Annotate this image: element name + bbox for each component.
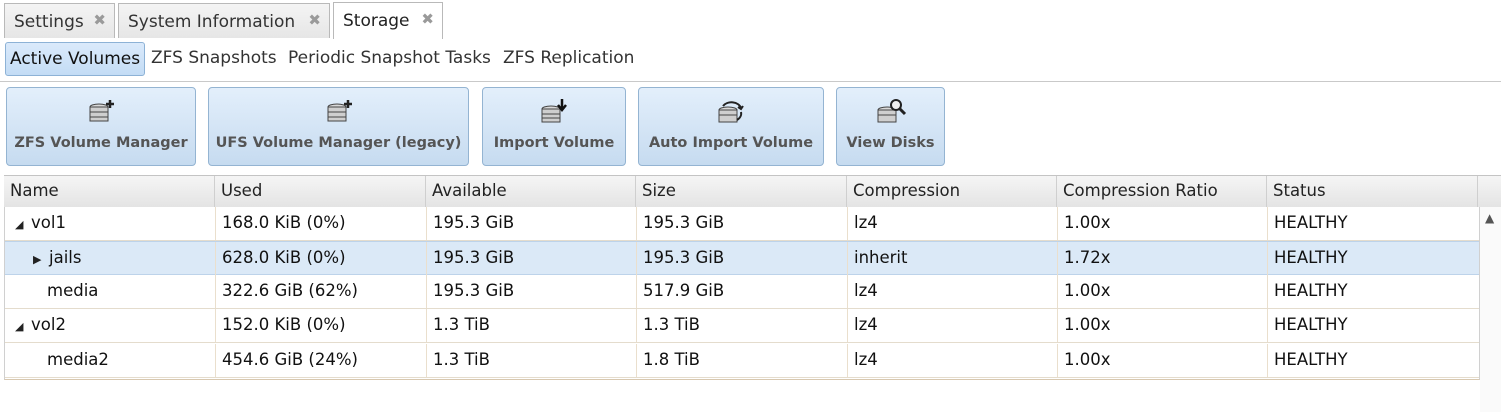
volumes-grid-header: Name Used Available Size Compression Com… bbox=[4, 175, 1501, 208]
status-cell: HEALTHY bbox=[1274, 315, 1348, 334]
available-cell: 195.3 GiB bbox=[427, 275, 637, 308]
status-cell: HEALTHY bbox=[1274, 281, 1348, 300]
used-cell: 168.0 KiB (0%) bbox=[216, 207, 427, 240]
name-cell: ◢ vol1 bbox=[5, 207, 216, 240]
auto-import-icon bbox=[718, 101, 744, 123]
status-cell: HEALTHY bbox=[1274, 350, 1348, 369]
expand-icon[interactable]: ▶ bbox=[33, 244, 45, 276]
table-row[interactable]: ▶ jails 628.0 KiB (0%) 195.3 GiB 195.3 Gi… bbox=[5, 241, 1479, 275]
subtab-active-volumes[interactable]: Active Volumes bbox=[5, 42, 146, 76]
size-cell: 1.3 TiB bbox=[637, 309, 848, 342]
zfs-volume-manager-button[interactable]: ZFS Volume Manager bbox=[6, 87, 196, 166]
table-row[interactable]: ◢ vol2 152.0 KiB (0%) 1.3 TiB 1.3 TiB lz4… bbox=[5, 309, 1479, 343]
used-cell: 454.6 GiB (24%) bbox=[216, 344, 427, 377]
tab-storage[interactable]: Storage ✖ bbox=[333, 2, 443, 39]
close-icon[interactable]: ✖ bbox=[308, 11, 321, 29]
status-cell: HEALTHY bbox=[1274, 213, 1348, 232]
used-cell: 322.6 GiB (62%) bbox=[216, 275, 427, 308]
name-cell: media bbox=[5, 275, 216, 308]
volumes-grid: ◢ vol1 168.0 KiB (0%) 195.3 GiB 195.3 GiB… bbox=[4, 207, 1480, 380]
button-label: Import Volume bbox=[493, 135, 615, 151]
used-cell: 628.0 KiB (0%) bbox=[216, 242, 427, 275]
column-header-status[interactable]: Status bbox=[1267, 176, 1478, 207]
volume-add-icon bbox=[89, 100, 114, 122]
view-disks-button[interactable]: View Disks bbox=[836, 87, 945, 166]
column-header-size[interactable]: Size bbox=[636, 176, 847, 207]
scroll-up-icon[interactable]: ▲ bbox=[1485, 211, 1494, 225]
name-cell: ◢ vol2 bbox=[5, 309, 216, 342]
view-disks-icon bbox=[877, 99, 906, 123]
subtab-zfs-snapshots[interactable]: ZFS Snapshots bbox=[147, 42, 281, 74]
column-header-compression-ratio[interactable]: Compression Ratio bbox=[1057, 176, 1267, 207]
dataset-name: jails bbox=[49, 248, 82, 267]
close-icon[interactable]: ✖ bbox=[93, 11, 106, 29]
collapse-icon[interactable]: ◢ bbox=[15, 311, 27, 343]
size-cell: 195.3 GiB bbox=[637, 242, 848, 275]
tab-label: Settings bbox=[14, 12, 84, 32]
available-cell: 195.3 GiB bbox=[427, 207, 637, 240]
vertical-scrollbar[interactable]: ▲ bbox=[1480, 207, 1501, 412]
tab-settings[interactable]: Settings ✖ bbox=[4, 3, 115, 38]
tab-label: Storage bbox=[343, 11, 410, 31]
import-volume-icon bbox=[541, 99, 567, 123]
ufs-volume-manager-button[interactable]: UFS Volume Manager (legacy) bbox=[208, 87, 469, 166]
size-cell: 1.8 TiB bbox=[637, 344, 848, 377]
column-header-name[interactable]: Name bbox=[4, 176, 215, 207]
available-cell: 1.3 TiB bbox=[427, 344, 637, 377]
compression-cell: lz4 bbox=[848, 207, 1058, 240]
volume-name: vol2 bbox=[31, 315, 66, 334]
available-cell: 1.3 TiB bbox=[427, 309, 637, 342]
subtab-periodic-snapshot-tasks[interactable]: Periodic Snapshot Tasks bbox=[284, 42, 495, 74]
compression-ratio-cell: 1.72x bbox=[1058, 242, 1268, 275]
volume-name: vol1 bbox=[31, 213, 66, 232]
volume-add-icon bbox=[327, 100, 352, 122]
close-icon[interactable]: ✖ bbox=[421, 10, 434, 28]
available-cell: 195.3 GiB bbox=[427, 242, 637, 275]
subtab-zfs-replication[interactable]: ZFS Replication bbox=[499, 42, 638, 74]
compression-ratio-cell: 1.00x bbox=[1058, 275, 1268, 308]
dataset-name: media2 bbox=[47, 350, 109, 369]
storage-subtab-bar: Active Volumes ZFS Snapshots Periodic Sn… bbox=[0, 39, 1501, 82]
table-row[interactable]: media 322.6 GiB (62%) 195.3 GiB 517.9 Gi… bbox=[5, 275, 1479, 309]
auto-import-volume-button[interactable]: Auto Import Volume bbox=[638, 87, 824, 166]
column-header-compression[interactable]: Compression bbox=[847, 176, 1057, 207]
size-cell: 195.3 GiB bbox=[637, 207, 848, 240]
dataset-name: media bbox=[47, 281, 99, 300]
column-header-used[interactable]: Used bbox=[215, 176, 426, 207]
tab-system-information[interactable]: System Information ✖ bbox=[118, 3, 330, 38]
used-cell: 152.0 KiB (0%) bbox=[216, 309, 427, 342]
compression-cell: lz4 bbox=[848, 275, 1058, 308]
compression-cell: inherit bbox=[848, 242, 1058, 275]
tab-label: System Information bbox=[128, 12, 296, 32]
name-cell: media2 bbox=[5, 344, 216, 377]
size-cell: 517.9 GiB bbox=[637, 275, 848, 308]
button-label: ZFS Volume Manager bbox=[14, 135, 188, 151]
table-row[interactable]: ◢ vol1 168.0 KiB (0%) 195.3 GiB 195.3 GiB… bbox=[5, 207, 1479, 241]
button-label: UFS Volume Manager (legacy) bbox=[215, 135, 462, 151]
compression-ratio-cell: 1.00x bbox=[1058, 207, 1268, 240]
column-header-available[interactable]: Available bbox=[426, 176, 636, 207]
table-row[interactable]: media2 454.6 GiB (24%) 1.3 TiB 1.8 TiB l… bbox=[5, 344, 1479, 378]
import-volume-button[interactable]: Import Volume bbox=[482, 87, 626, 166]
name-cell: ▶ jails bbox=[5, 242, 216, 275]
compression-ratio-cell: 1.00x bbox=[1058, 309, 1268, 342]
compression-cell: lz4 bbox=[848, 309, 1058, 342]
main-tab-bar: Settings ✖ System Information ✖ Storage … bbox=[0, 0, 1501, 40]
collapse-icon[interactable]: ◢ bbox=[15, 209, 27, 241]
button-label: Auto Import Volume bbox=[648, 135, 814, 151]
compression-ratio-cell: 1.00x bbox=[1058, 344, 1268, 377]
button-label: View Disks bbox=[846, 135, 935, 151]
compression-cell: lz4 bbox=[848, 344, 1058, 377]
status-cell: HEALTHY bbox=[1274, 248, 1348, 267]
